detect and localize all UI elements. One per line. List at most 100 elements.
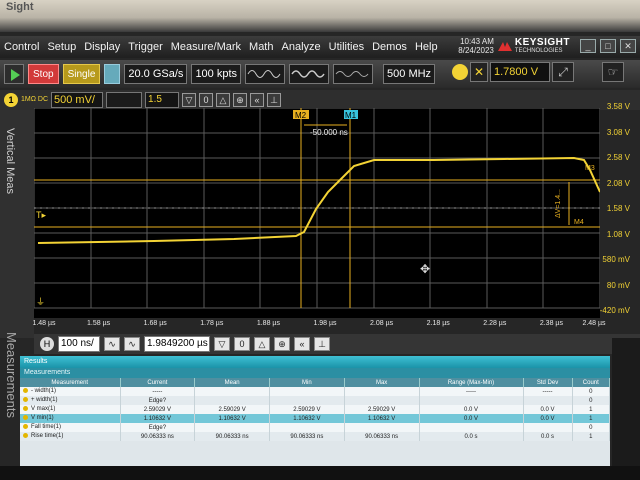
row-name: V min(1) bbox=[20, 414, 121, 423]
delta-t-readout: -50.000 ns bbox=[310, 128, 348, 137]
measurements-tab[interactable]: Measurements bbox=[20, 368, 610, 378]
time-scale-field[interactable]: 100 ns/ bbox=[58, 336, 100, 352]
offset-down-icon[interactable]: ▽ bbox=[182, 93, 197, 107]
menu-utilities[interactable]: Utilities bbox=[325, 41, 368, 53]
ground-marker-icon[interactable]: ⏚ bbox=[36, 297, 45, 307]
vertical-decrease-icon[interactable] bbox=[106, 92, 143, 108]
cell-count: 0 bbox=[572, 396, 611, 405]
menu-math[interactable]: Math bbox=[245, 41, 277, 53]
offset-zero-icon[interactable]: 0 bbox=[199, 93, 214, 107]
channel-dot-icon bbox=[23, 424, 28, 430]
logo-brand: KEYSIGHT bbox=[514, 36, 570, 48]
stop-button[interactable]: Stop bbox=[28, 64, 59, 84]
cell-mean bbox=[194, 396, 270, 405]
menu-display[interactable]: Display bbox=[80, 41, 124, 53]
bandwidth-field[interactable]: 500 MHz bbox=[383, 64, 436, 84]
time-zoom-in-icon[interactable]: ∿ bbox=[124, 337, 140, 351]
y-tick-label: 1.58 V bbox=[606, 204, 630, 213]
menu-control[interactable]: Control bbox=[0, 41, 43, 53]
trigger-slope-icon[interactable]: ✕ bbox=[470, 62, 488, 82]
col-max[interactable]: Max bbox=[344, 378, 420, 387]
run-icon[interactable] bbox=[4, 64, 24, 84]
results-title[interactable]: Results bbox=[20, 356, 610, 368]
x-tick-label: 2.38 µs bbox=[539, 320, 563, 327]
left-side-strip: Vertical Meas Measurements bbox=[0, 110, 34, 418]
vertical-offset-field[interactable]: 1.5 bbox=[145, 92, 180, 108]
time-zoom-out-icon[interactable]: ∿ bbox=[104, 337, 120, 351]
cell-range bbox=[419, 396, 524, 405]
sample-rate-field[interactable]: 20.0 GSa/s bbox=[124, 64, 188, 84]
x-tick-label: 1.58 µs bbox=[87, 320, 111, 327]
table-row[interactable]: V max(1) 2.59029 V 2.59029 V 2.59029 V 2… bbox=[20, 405, 611, 414]
menu-trigger[interactable]: Trigger bbox=[124, 41, 166, 53]
waveform-graticule[interactable]: M2 M1 -50.000 ns M3 M4 ΔV=1.4... T▸ ⏚ ✥ bbox=[34, 108, 600, 318]
delay-pin-icon[interactable]: ⊥ bbox=[314, 337, 330, 351]
trigger-level-marker-icon[interactable]: T▸ bbox=[36, 210, 46, 220]
menu-demos[interactable]: Demos bbox=[368, 41, 411, 53]
delay-zero-icon[interactable]: 0 bbox=[234, 337, 250, 351]
x-tick-label: 2.28 µs bbox=[483, 320, 507, 327]
trigger-mode-icon[interactable]: ⤢ bbox=[552, 62, 574, 82]
x-tick-label: 2.08 µs bbox=[370, 320, 394, 327]
memory-depth-field[interactable]: 100 kpts bbox=[191, 64, 242, 84]
delay-collapse-icon[interactable]: « bbox=[294, 337, 310, 351]
marker-m2-label: M2 bbox=[295, 111, 307, 120]
channel-dot-icon bbox=[23, 415, 28, 421]
vertical-scale-field[interactable]: 500 mV/ bbox=[51, 92, 104, 108]
trigger-level-field[interactable]: 1.7800 V bbox=[490, 62, 550, 82]
table-row[interactable]: - width(1) ----- ----- ----- 0 bbox=[20, 387, 611, 396]
cell-std: 0.0 V bbox=[523, 405, 573, 414]
y-tick-label: 3.08 V bbox=[606, 127, 630, 137]
channel-1-badge[interactable]: 1 bbox=[4, 93, 18, 107]
waveform-mode-icon[interactable] bbox=[245, 64, 286, 84]
table-row[interactable]: + width(1) Edge? 0 bbox=[20, 396, 611, 405]
touch-toggle-icon[interactable]: ☞ bbox=[602, 62, 624, 82]
menu-help[interactable]: Help bbox=[411, 41, 442, 53]
col-range[interactable]: Range (Max-Min) bbox=[419, 378, 524, 387]
menu-setup[interactable]: Setup bbox=[43, 41, 80, 53]
minimize-icon[interactable]: _ bbox=[580, 39, 596, 53]
cell-current: Edge? bbox=[120, 396, 196, 405]
row-name: Fall time(1) bbox=[20, 423, 121, 432]
oscilloscope-screen: Sight Control Setup Display Trigger Meas… bbox=[0, 0, 640, 480]
menu-measure-mark[interactable]: Measure/Mark bbox=[167, 41, 245, 53]
trigger-source-icon[interactable] bbox=[452, 64, 468, 80]
x-tick-label: 2.48 µs bbox=[582, 320, 606, 327]
col-min[interactable]: Min bbox=[269, 378, 345, 387]
cell-range: 0.0 V bbox=[419, 405, 524, 414]
col-current[interactable]: Current bbox=[120, 378, 196, 387]
delay-add-icon[interactable]: ⊕ bbox=[274, 337, 290, 351]
table-row[interactable]: Fall time(1) Edge? 0 bbox=[20, 423, 611, 432]
filter-mode-icon[interactable] bbox=[333, 64, 374, 84]
restore-icon[interactable]: □ bbox=[600, 39, 616, 53]
col-mean[interactable]: Mean bbox=[194, 378, 270, 387]
horizontal-icon[interactable]: H bbox=[40, 337, 54, 351]
offset-up-icon[interactable]: △ bbox=[216, 93, 231, 107]
pin-icon[interactable]: ⊥ bbox=[267, 93, 282, 107]
channel-coupling: 1MΩ DC bbox=[21, 96, 49, 103]
delay-up-icon[interactable]: △ bbox=[254, 337, 270, 351]
col-count[interactable]: Count bbox=[572, 378, 611, 387]
autoscale-icon[interactable] bbox=[104, 64, 121, 84]
collapse-icon[interactable]: « bbox=[250, 93, 265, 107]
cell-max bbox=[344, 396, 420, 405]
col-std-dev[interactable]: Std Dev bbox=[523, 378, 573, 387]
cell-range: ----- bbox=[419, 387, 524, 396]
cell-min: 1.10632 V bbox=[269, 414, 345, 423]
row-name: - width(1) bbox=[20, 387, 121, 396]
table-row[interactable]: Rise time(1) 90.06333 ns 90.06333 ns 90.… bbox=[20, 432, 611, 441]
close-icon[interactable]: ✕ bbox=[620, 39, 636, 53]
acquisition-mode-icon[interactable] bbox=[289, 64, 330, 84]
col-measurement[interactable]: Measurement bbox=[20, 378, 121, 387]
channel-dot-icon bbox=[23, 388, 28, 394]
add-channel-icon[interactable]: ⊕ bbox=[233, 93, 248, 107]
table-row-selected[interactable]: V min(1) 1.10632 V 1.10632 V 1.10632 V 1… bbox=[20, 414, 611, 423]
cell-count: 1 bbox=[572, 414, 611, 423]
measurements-side-label[interactable]: Measurements bbox=[4, 332, 19, 418]
vertical-meas-label[interactable]: Vertical Meas bbox=[4, 128, 16, 194]
single-button[interactable]: Single bbox=[62, 64, 101, 84]
menu-analyze[interactable]: Analyze bbox=[278, 41, 325, 53]
cell-min: 2.59029 V bbox=[269, 405, 345, 414]
time-delay-field[interactable]: 1.9849200 µs bbox=[144, 336, 210, 352]
delay-down-icon[interactable]: ▽ bbox=[214, 337, 230, 351]
